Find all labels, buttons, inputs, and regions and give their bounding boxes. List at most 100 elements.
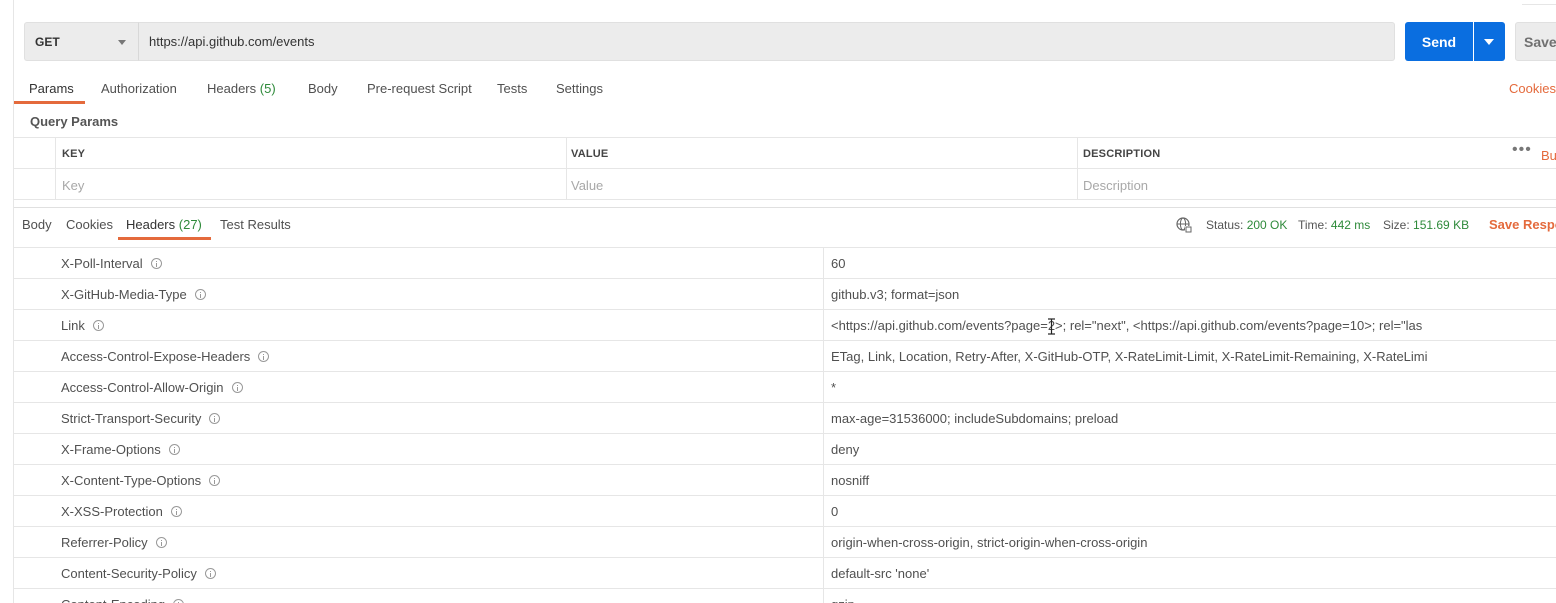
url-input[interactable]: https://api.github.com/events <box>139 22 1395 61</box>
header-key: Access-Control-Allow-Origin <box>61 380 243 395</box>
info-icon[interactable] <box>155 537 167 548</box>
status-label: Status: <box>1206 218 1244 232</box>
time-label: Time: <box>1298 218 1328 232</box>
info-icon[interactable] <box>168 444 180 455</box>
header-key: X-XSS-Protection <box>61 504 182 519</box>
response-tab-cookies[interactable]: Cookies <box>66 217 113 232</box>
response-tab-test-results[interactable]: Test Results <box>220 217 291 232</box>
value-input[interactable]: Value <box>571 178 603 193</box>
response-headers-table: X-Poll-Interval 60 X-GitHub-Media-Type gith… <box>14 247 1556 603</box>
header-key-text: X-Poll-Interval <box>61 256 143 271</box>
size-readout: Size: 151.69 KB <box>1383 218 1469 232</box>
description-input[interactable]: Description <box>1083 178 1148 193</box>
table-row: Content-Security-Policy default-src 'none… <box>14 558 1556 589</box>
status-readout: Status: 200 OK <box>1206 218 1287 232</box>
header-key-text: Content-Encoding <box>61 597 165 603</box>
header-value: default-src 'none' <box>831 566 930 581</box>
cookies-link[interactable]: Cookies <box>1509 81 1556 96</box>
header-value: * <box>831 380 837 395</box>
info-icon[interactable] <box>209 413 221 424</box>
header-key: Content-Encoding <box>61 597 185 603</box>
query-params-table: KEY VALUE DESCRIPTION ••• Bu Key Value D… <box>14 137 1556 200</box>
table-row: Content-Encoding gzip <box>14 589 1556 603</box>
tab-headers-label: Headers <box>207 81 257 96</box>
column-divider <box>566 138 567 200</box>
tab-body[interactable]: Body <box>308 81 338 96</box>
header-value: github.v3; format=json <box>831 287 960 302</box>
key-input[interactable]: Key <box>62 178 84 193</box>
method-select[interactable]: GET <box>24 22 139 61</box>
chevron-down-icon <box>118 40 126 45</box>
tab-settings[interactable]: Settings <box>556 81 603 96</box>
tab-headers[interactable]: Headers (5) <box>207 81 276 96</box>
response-tab-headers[interactable]: Headers (27) <box>126 217 202 232</box>
header-value: deny <box>831 442 860 457</box>
table-header-row <box>14 138 1556 169</box>
header-key-text: Content-Security-Policy <box>61 566 197 581</box>
url-text: https://api.github.com/events <box>149 34 315 49</box>
header-value: gzip <box>831 597 1556 603</box>
request-tabs: Params Authorization Headers (5) Body Pr… <box>14 74 1556 104</box>
send-button[interactable]: Send <box>1405 22 1473 61</box>
header-key-text: Access-Control-Allow-Origin <box>61 380 224 395</box>
more-options-icon[interactable]: ••• <box>1512 141 1532 159</box>
column-divider <box>55 138 56 200</box>
send-dropdown-button[interactable] <box>1474 22 1505 61</box>
info-icon[interactable] <box>258 351 270 362</box>
header-value: nosniff <box>831 473 870 488</box>
response-tab-headers-count: (27) <box>178 217 202 232</box>
header-value: 0 <box>831 504 839 519</box>
header-key: Access-Control-Expose-Headers <box>61 349 270 364</box>
header-key: Link <box>61 318 104 333</box>
info-icon[interactable] <box>173 599 185 603</box>
header-key-text: X-GitHub-Media-Type <box>61 287 187 302</box>
info-icon[interactable] <box>170 506 182 517</box>
header-value: 60 <box>831 256 846 271</box>
info-icon[interactable] <box>231 382 243 393</box>
table-row: Referrer-Policy origin-when-cross-origin,… <box>14 527 1556 558</box>
time-readout: Time: 442 ms <box>1298 218 1370 232</box>
info-icon[interactable] <box>92 320 104 331</box>
bulk-edit-link[interactable]: Bu <box>1541 148 1556 163</box>
active-response-tab-indicator <box>118 237 211 240</box>
globe-icon[interactable] <box>1175 216 1192 233</box>
column-header-description: DESCRIPTION <box>1083 148 1161 160</box>
info-icon[interactable] <box>209 475 221 486</box>
tab-pre-request-script[interactable]: Pre-request Script <box>367 81 472 96</box>
header-key-text: Strict-Transport-Security <box>61 411 202 426</box>
response-tab-headers-label: Headers <box>126 217 176 232</box>
table-row: X-GitHub-Media-Type github.v3; format=jso… <box>14 279 1556 310</box>
header-value: <https://api.github.com/events?page=2>; … <box>831 318 1423 333</box>
response-tab-body[interactable]: Body <box>22 217 52 232</box>
active-tab-indicator <box>14 101 85 104</box>
caret-down-icon <box>1484 39 1494 45</box>
tab-tests[interactable]: Tests <box>497 81 527 96</box>
response-divider <box>14 207 1556 208</box>
table-row: X-XSS-Protection 0 <box>14 496 1556 527</box>
table-row: X-Poll-Interval 60 <box>14 248 1556 279</box>
info-icon[interactable] <box>194 289 206 300</box>
header-key-text: X-XSS-Protection <box>61 504 163 519</box>
tab-authorization[interactable]: Authorization <box>101 81 177 96</box>
top-divider <box>1522 4 1556 5</box>
header-key: X-Content-Type-Options <box>61 473 221 488</box>
tab-headers-count: (5) <box>259 81 276 96</box>
header-key-text: X-Frame-Options <box>61 442 161 457</box>
info-icon[interactable] <box>204 568 216 579</box>
status-value: 200 OK <box>1246 218 1288 232</box>
header-key-text: Access-Control-Expose-Headers <box>61 349 251 364</box>
save-response-button[interactable]: Save Respo <box>1489 217 1556 232</box>
time-value: 442 ms <box>1330 218 1371 232</box>
header-key: Strict-Transport-Security <box>61 411 221 426</box>
query-params-title: Query Params <box>30 114 119 129</box>
column-divider <box>1077 138 1078 200</box>
header-value: origin-when-cross-origin, strict-origin-… <box>831 535 1148 550</box>
method-label: GET <box>35 34 60 49</box>
size-label: Size: <box>1383 218 1410 232</box>
header-key: X-GitHub-Media-Type <box>61 287 206 302</box>
tab-params[interactable]: Params <box>29 81 74 96</box>
table-row: Strict-Transport-Security max-age=3153600… <box>14 403 1556 434</box>
info-icon[interactable] <box>150 258 162 269</box>
save-button[interactable]: Save <box>1515 22 1556 61</box>
header-key-text: X-Content-Type-Options <box>61 473 202 488</box>
